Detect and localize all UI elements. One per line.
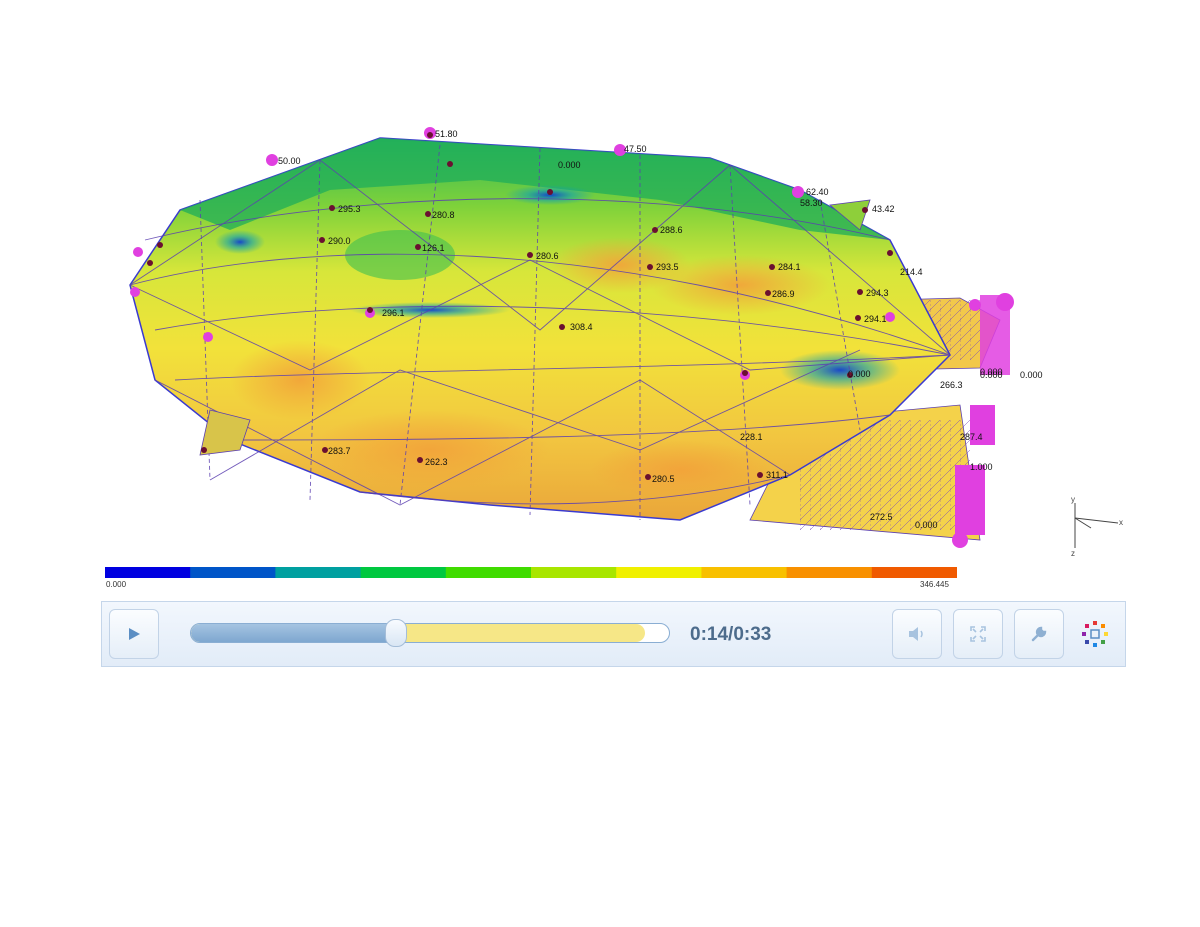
logo-icon[interactable] [1080,619,1110,649]
node-value-label: 286.9 [772,289,795,299]
fullscreen-button[interactable] [953,609,1003,659]
total-time: 0:33 [733,624,772,645]
node-value-label: 0.000 [980,367,1003,377]
axis-y-label: y [1071,495,1075,504]
node-value-label: 50.00 [278,156,301,166]
node-value-label: 288.6 [660,225,683,235]
played-progress [191,624,397,642]
node-value-label: 308.4 [570,322,593,332]
color-scale-segment [360,567,447,578]
node-value-label: 47.50 [624,144,647,154]
volume-button[interactable] [892,609,942,659]
node-value-label: 294.1 [864,314,887,324]
axis-z-label: z [1071,549,1075,558]
node-value-label: 0.000 [1020,370,1043,380]
node-value-label: 62.40 [806,187,829,197]
node-value-label: 0.000 [848,369,871,379]
node-value-label: 280.5 [652,474,675,484]
node-value-label: 294.3 [866,288,889,298]
color-scale-min-label: 0.000 [106,580,127,589]
node-value-label: 280.8 [432,210,455,220]
time-display: 0:14/0:33 [690,624,771,646]
color-scale-segment [616,567,702,578]
node-value-label: 266.3 [940,380,963,390]
color-scale-segment [445,567,532,578]
seek-handle[interactable] [385,619,408,647]
color-scale-segment [701,567,788,578]
node-value-label: 293.5 [656,262,679,272]
node-value-label: 296.1 [382,308,405,318]
node-value-label: 214.4 [900,267,923,277]
node-value-label: 283.7 [328,446,351,456]
node-value-label: 0.000 [915,520,938,530]
node-value-label: 43.42 [872,204,895,214]
color-scale-bar [105,567,957,578]
node-value-label: 262.3 [425,457,448,467]
current-time: 0:14 [690,624,729,645]
node-value-label: 126.1 [422,243,445,253]
node-value-label: 280.6 [536,251,559,261]
color-scale-segment [190,567,276,578]
color-scale-segment [531,567,617,578]
node-value-label: 311.1 [766,470,788,480]
wrench-icon [1031,626,1047,642]
color-scale-max-label: 346.445 [920,580,949,589]
color-scale-segment [105,567,191,578]
color-scale-segment [275,567,362,578]
color-scale-segment [871,567,957,578]
node-value-label: 0.000 [558,160,581,170]
fullscreen-icon [970,626,986,642]
play-icon [129,628,140,640]
axis-triad: y x z [1071,495,1123,558]
volume-icon [909,627,923,641]
node-value-label: 287.4 [960,432,983,442]
play-button[interactable] [109,609,159,659]
node-value-label: 272.5 [870,512,893,522]
settings-button[interactable] [1014,609,1064,659]
axis-x-label: x [1119,518,1123,527]
model-viewport[interactable]: 51.80 47.50 50.00 62.40 58.30 43.42 0.000 295.3… [100,120,1140,565]
color-scale-segment [786,567,873,578]
node-value-label: 58.30 [800,198,823,208]
node-value-label: 295.3 [338,204,361,214]
node-value-label: 228.1 [740,432,763,442]
progress-track[interactable] [190,623,670,643]
node-value-label: 1.000 [970,462,993,472]
node-value-label: 284.1 [778,262,801,272]
node-value-label: 51.80 [435,129,458,139]
media-player-controls: 0:14/0:33 [101,601,1126,667]
node-value-label: 290.0 [328,236,351,246]
